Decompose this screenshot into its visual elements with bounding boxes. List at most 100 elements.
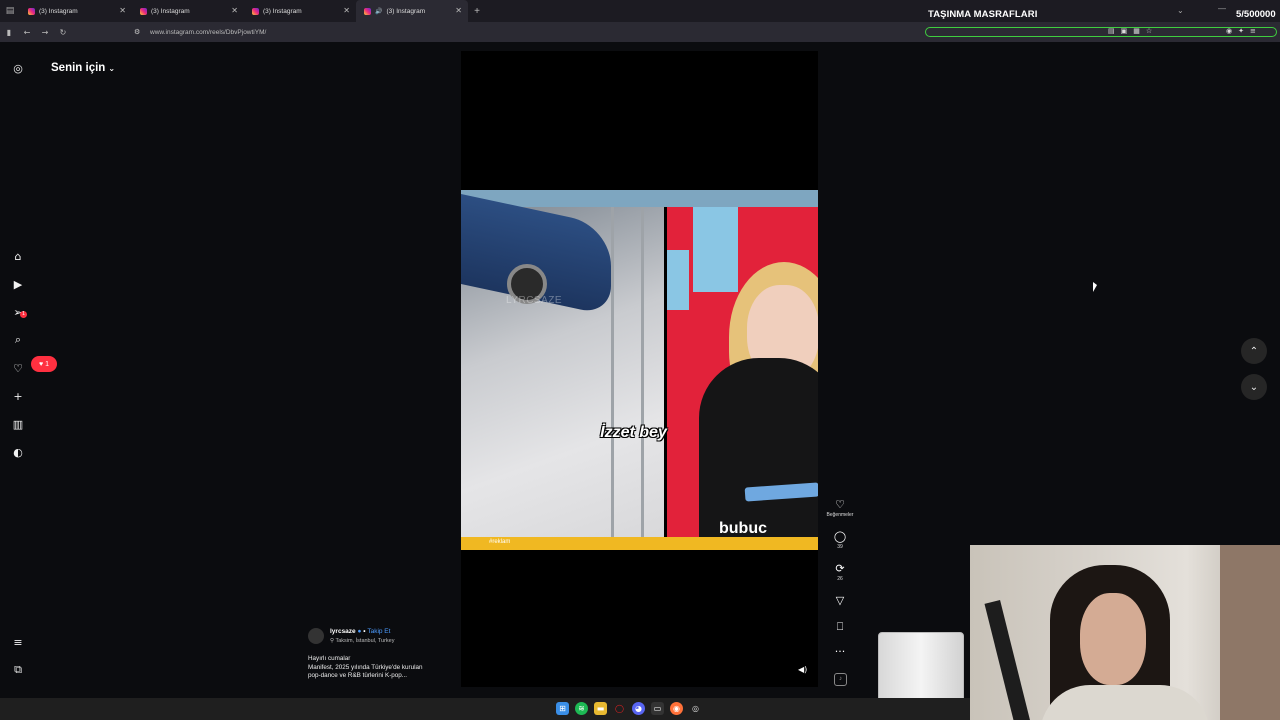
instagram-icon [252,7,259,15]
share-button[interactable]: ▽ [823,595,857,607]
previous-reel-button[interactable]: ⌃ [1241,338,1267,364]
video-railing [611,207,614,540]
follow-button[interactable]: Takip Et [367,628,390,635]
tab-label: (3) Instagram [263,7,302,15]
also-from-meta-icon[interactable]: ⧉ [10,662,26,678]
browser-tab-active[interactable]: 🔊 (3) Instagram ✕ [356,0,468,22]
comment-icon: ◯ [833,530,847,543]
video-watermark: LYRCSAZE [506,295,563,306]
speaker-icon[interactable]: 🔊 [375,8,382,15]
feed-selector[interactable]: Senin için ⌄ [51,62,115,74]
close-icon[interactable]: ✕ [343,6,350,15]
address-bar[interactable]: ⚙ www.instagram.com/reels/DbvPjowtiYM/ [134,25,920,39]
file-explorer-icon[interactable]: ▬ [594,702,607,715]
discord-icon[interactable]: ◕ [632,702,645,715]
reader-icon[interactable]: ▤ [1108,27,1115,35]
instagram-logo-icon[interactable]: ◎ [10,60,26,76]
tab-label: (3) Instagram [39,7,78,15]
video-studio-panel [667,250,689,310]
caption-line: pop-dance ve R&B türlerini K-pop... [308,672,408,679]
browser-tab[interactable]: (3) Instagram ✕ [132,0,244,22]
windows-start-icon[interactable]: ⊞ [556,702,569,715]
notification-badge[interactable]: ♥ 1 [31,356,57,372]
more-options-button[interactable]: ··· [823,646,857,658]
channel-logo: bubuc [719,520,767,537]
close-icon[interactable]: ✕ [119,6,126,15]
heart-icon: ♡ [835,498,845,511]
repost-button[interactable]: ⟳ 26 [823,562,857,583]
reload-icon[interactable]: ↻ [54,28,72,37]
chevron-up-icon: ⌃ [1249,345,1259,357]
forward-icon[interactable]: → [36,28,54,37]
webcam-streamer-shirt [1040,685,1210,720]
new-tab-button[interactable]: + [470,6,484,17]
like-button[interactable]: ♡ Beğenmeler [823,498,857,519]
browser-tab[interactable]: (3) Instagram ✕ [20,0,132,22]
bookmark-icon: ⎕ [836,620,844,633]
site-info-icon[interactable]: ⚙ [134,28,144,36]
author-name-row: lyrcsaze ● • Takip Et [330,628,390,635]
search-icon[interactable]: ⌕ [10,332,26,348]
spotify-icon[interactable]: ≋ [575,702,588,715]
notification-count: 1 [45,360,50,368]
location-row[interactable]: ⚲ Taksim, İstanbul, Turkey [330,638,394,644]
firefox-icon[interactable]: ◉ [670,702,683,715]
like-label: Beğenmeler [826,512,854,518]
home-icon[interactable]: ⌂ [10,248,26,264]
pip-icon[interactable]: ▣ [1121,27,1128,35]
menu-icon[interactable]: ≡ [1250,27,1256,35]
instagram-icon [140,7,147,15]
more-menu-icon[interactable]: ≡ [10,634,26,650]
heart-icon: ♥ [38,360,44,368]
reel-player[interactable]: LYRCSAZE İzzet bey bubuc #reklam ◀) [461,51,818,687]
verified-icon: ● [357,628,362,635]
extensions-icon[interactable]: ✦ [1238,27,1244,35]
close-icon[interactable]: ✕ [455,6,462,15]
comment-button[interactable]: ◯ 39 [823,530,857,551]
separator: • [363,628,366,635]
url-text: www.instagram.com/reels/DbvPjowtiYM/ [150,28,267,36]
reels-icon[interactable]: ▶ [10,276,26,292]
screenshot-icon[interactable]: ▦ [1133,27,1140,35]
comment-count: 39 [837,544,843,550]
back-icon[interactable]: ← [18,28,36,37]
audio-thumbnail[interactable]: ♪ [834,673,847,686]
create-icon[interactable]: + [10,388,26,404]
reel-video[interactable]: LYRCSAZE İzzet bey bubuc #reklam [461,190,818,550]
taskbar-icons: ⊞ ≋ ▬ ◯ ◕ ▭ ◉ ◎ [556,702,702,715]
next-reel-button[interactable]: ⌄ [1241,374,1267,400]
toolbar-actions: ◉ ✦ ≡ [1226,27,1256,35]
account-icon[interactable]: ◉ [1226,27,1232,35]
minimize-icon[interactable]: — [1218,4,1226,13]
repost-count: 26 [837,576,843,582]
chevron-down-icon: ⌄ [108,64,116,73]
opera-icon[interactable]: ◯ [613,702,626,715]
star-icon[interactable]: ☆ [1146,27,1152,35]
video-subtitle: İzzet bey [600,424,667,441]
notifications-heart-icon[interactable]: ♡ [10,360,26,376]
message-count-badge: 1 [20,311,27,318]
volume-icon[interactable]: ◀) [798,665,807,674]
video-studio-panel [693,207,738,292]
avatar[interactable] [308,628,324,644]
list-icon[interactable]: ▤ [0,0,20,22]
terminal-icon[interactable]: ▭ [651,702,664,715]
save-button[interactable]: ⎕ [823,621,857,633]
caption-line: Manifest, 2025 yılında Türkiye'de kurula… [308,663,423,671]
dashboard-icon[interactable]: ▥ [10,416,26,432]
webcam-microphone-arm [984,599,1032,720]
more-icon: ··· [834,645,846,658]
sidebar-toggle-icon[interactable]: ▮ [0,28,18,37]
chevron-down-icon[interactable]: ⌄ [1177,6,1184,15]
goal-progress-bar [925,27,1277,37]
browser-tab[interactable]: (3) Instagram ✕ [244,0,356,22]
reel-caption[interactable]: Hayırlı cumalar Manifest, 2025 yılında T… [308,655,448,681]
goal-title: TAŞINMA MASRAFLARI [928,9,1038,20]
repost-icon: ⟳ [835,562,845,575]
profile-avatar-icon[interactable]: ◐ [10,444,26,460]
author-username[interactable]: lyrcsaze [330,628,356,635]
close-icon[interactable]: ✕ [231,6,238,15]
send-icon: ▽ [835,594,845,607]
obs-icon[interactable]: ◎ [689,702,702,715]
webcam-overlay [970,545,1280,720]
